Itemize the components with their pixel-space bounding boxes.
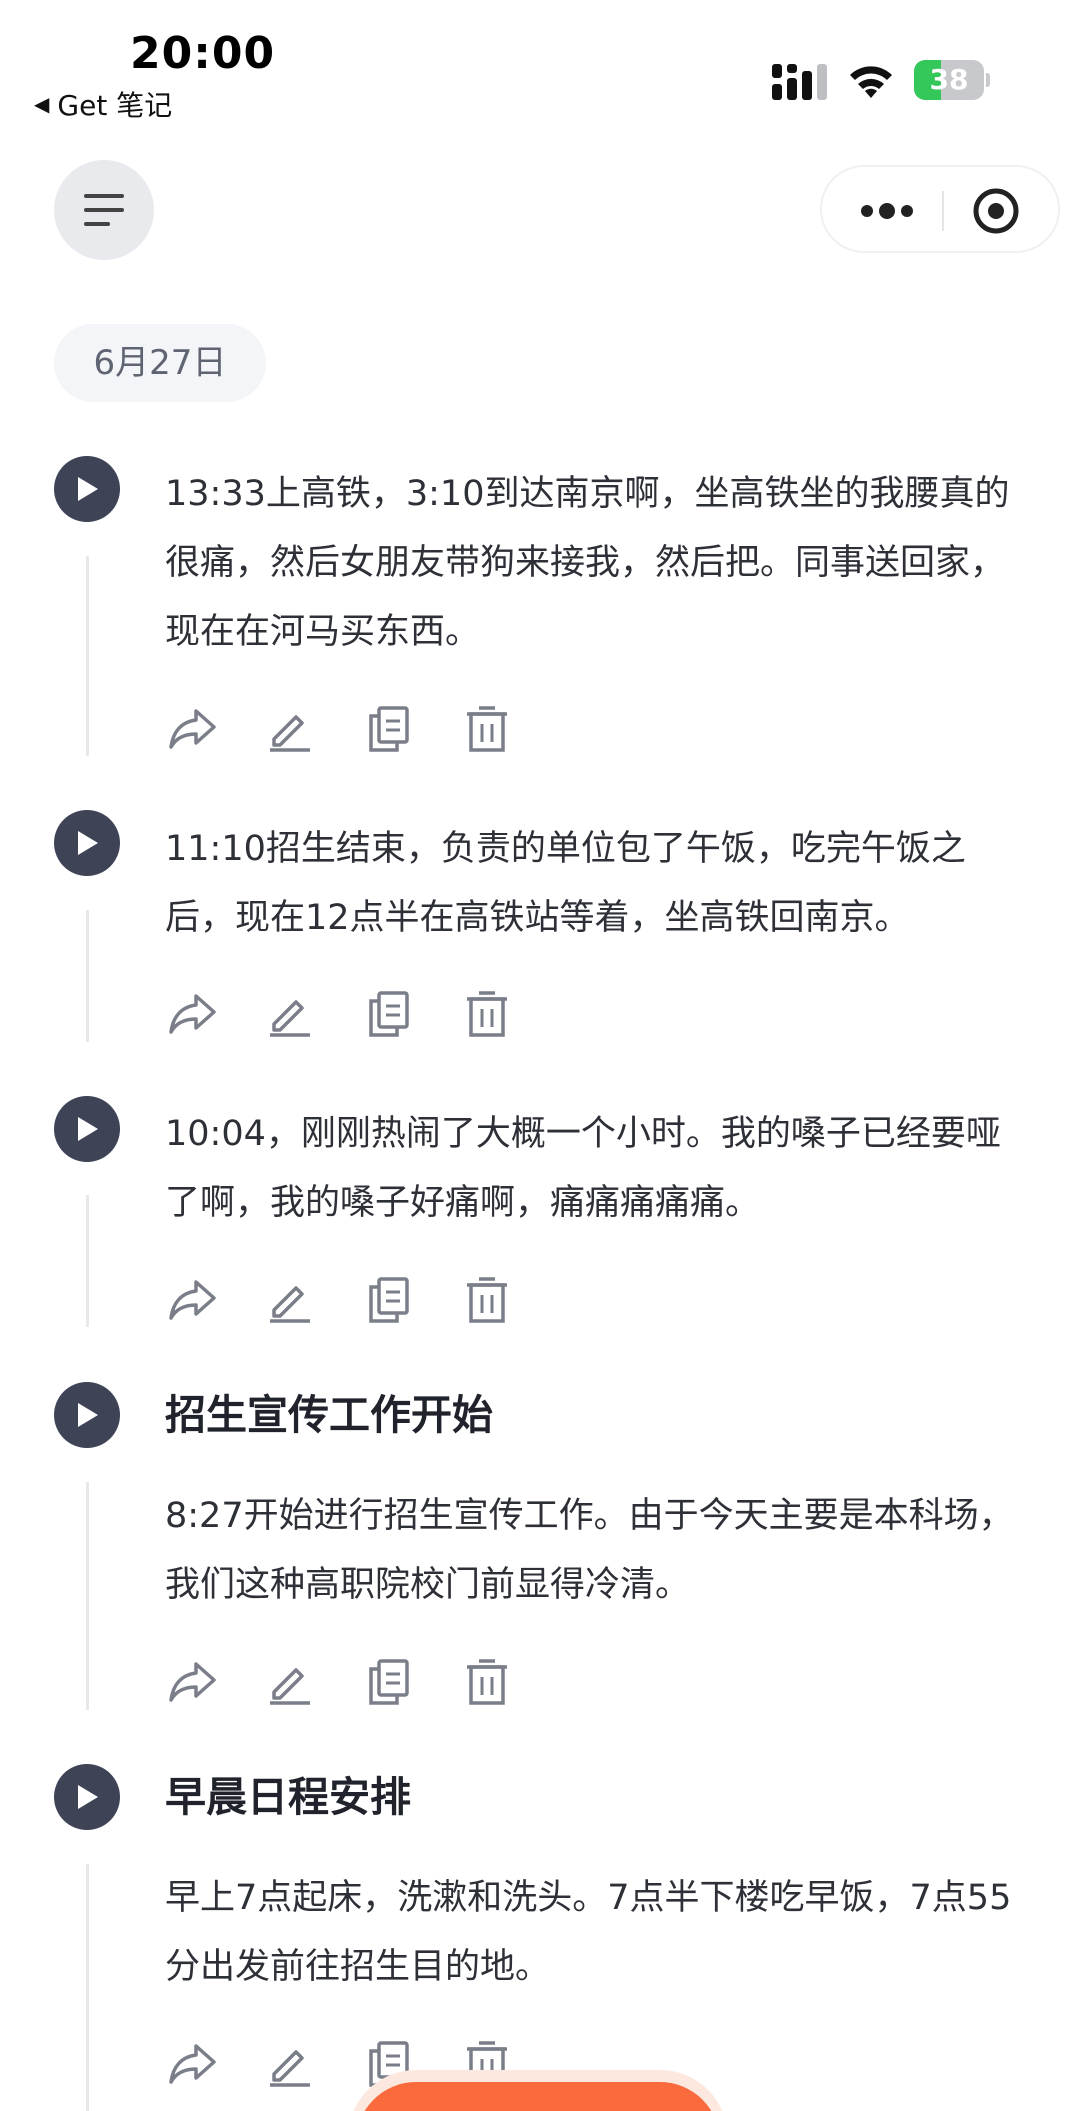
entry-actions <box>165 1654 515 1710</box>
timeline-line <box>86 1482 89 1710</box>
share-button[interactable] <box>165 986 221 1042</box>
edit-icon <box>270 1286 310 1323</box>
record-fab-button[interactable] <box>356 2082 720 2111</box>
edit-icon <box>270 2050 310 2087</box>
edit-icon <box>270 1000 310 1037</box>
play-button[interactable] <box>54 810 120 876</box>
copy-icon <box>369 2041 409 2087</box>
more-button[interactable] <box>850 189 924 233</box>
wifi-icon <box>850 66 892 98</box>
share-icon <box>169 994 216 1034</box>
edit-icon <box>270 715 310 752</box>
share-button[interactable] <box>165 2036 221 2092</box>
back-to-app-link[interactable]: ◀ Get 笔记 <box>34 84 172 124</box>
entry-text[interactable]: 11:10招生结束，负责的单位包了午饭，吃完午饭之后，现在12点半在高铁站等着，… <box>165 815 1035 953</box>
entry-text[interactable]: 早上7点起床，洗漱和洗头。7点半下楼吃早饭，7点55分出发前往招生目的地。 <box>165 1864 1035 2002</box>
edit-button[interactable] <box>263 2036 319 2092</box>
date-chip[interactable]: 6月27日 <box>54 324 266 402</box>
copy-button[interactable] <box>361 701 417 757</box>
entry-title[interactable]: 招生宣传工作开始 <box>165 1382 493 1448</box>
delete-icon <box>467 1659 507 1705</box>
battery-level: 38 <box>929 63 969 96</box>
play-button[interactable] <box>54 1382 120 1448</box>
share-icon <box>169 2044 216 2084</box>
copy-button[interactable] <box>361 986 417 1042</box>
share-icon <box>169 1662 216 1702</box>
play-icon <box>78 831 98 855</box>
share-button[interactable] <box>165 1654 221 1710</box>
menu-button[interactable] <box>54 160 154 260</box>
edit-button[interactable] <box>263 1272 319 1328</box>
copy-icon <box>369 991 409 1037</box>
entry-actions <box>165 701 515 757</box>
cellular-signal-icon <box>772 64 827 100</box>
delete-button[interactable] <box>459 701 515 757</box>
delete-button[interactable] <box>459 1272 515 1328</box>
share-icon <box>169 709 216 749</box>
copy-icon <box>369 1659 409 1705</box>
delete-icon <box>467 1277 507 1323</box>
entry-text[interactable]: 8:27开始进行招生宣传工作。由于今天主要是本科场，我们这种高职院校门前显得冷清… <box>165 1482 1035 1620</box>
close-miniapp-button[interactable] <box>972 187 1020 235</box>
entry-text[interactable]: 10:04，刚刚热闹了大概一个小时。我的嗓子已经要哑了啊，我的嗓子好痛啊，痛痛痛… <box>165 1100 1035 1238</box>
entry-text[interactable]: 13:33上高铁，3:10到达南京啊，坐高铁坐的我腰真的很痛，然后女朋友带狗来接… <box>165 460 1035 667</box>
play-icon <box>78 1403 98 1427</box>
entry-title[interactable]: 早晨日程安排 <box>165 1764 411 1830</box>
share-button[interactable] <box>165 701 221 757</box>
timeline-line <box>86 1864 89 2111</box>
status-time: 20:00 <box>130 28 276 79</box>
delete-button[interactable] <box>459 986 515 1042</box>
play-icon <box>78 1117 98 1141</box>
copy-icon <box>369 706 409 752</box>
play-icon <box>78 477 98 501</box>
play-icon <box>78 1785 98 1809</box>
capsule-divider <box>942 191 944 231</box>
back-app-label: Get 笔记 <box>57 89 173 122</box>
hamburger-menu-icon <box>84 194 124 226</box>
play-button[interactable] <box>54 1764 120 1830</box>
delete-icon <box>467 991 507 1037</box>
edit-icon <box>270 1668 310 1705</box>
share-button[interactable] <box>165 1272 221 1328</box>
entry-actions <box>165 986 515 1042</box>
battery-indicator: 38 <box>914 60 990 100</box>
share-icon <box>169 1280 216 1320</box>
edit-button[interactable] <box>263 986 319 1042</box>
edit-button[interactable] <box>263 1654 319 1710</box>
play-button[interactable] <box>54 456 120 522</box>
timeline-line <box>86 556 89 756</box>
timeline-line <box>86 1195 89 1327</box>
timeline-line <box>86 910 89 1042</box>
delete-icon <box>467 706 507 752</box>
back-triangle-icon: ◀ <box>34 92 50 116</box>
edit-button[interactable] <box>263 701 319 757</box>
copy-button[interactable] <box>361 1272 417 1328</box>
copy-button[interactable] <box>361 1654 417 1710</box>
more-dots-icon <box>861 203 913 219</box>
copy-icon <box>369 1277 409 1323</box>
delete-button[interactable] <box>459 1654 515 1710</box>
play-button[interactable] <box>54 1096 120 1162</box>
entry-actions <box>165 1272 515 1328</box>
miniapp-capsule <box>820 165 1060 253</box>
